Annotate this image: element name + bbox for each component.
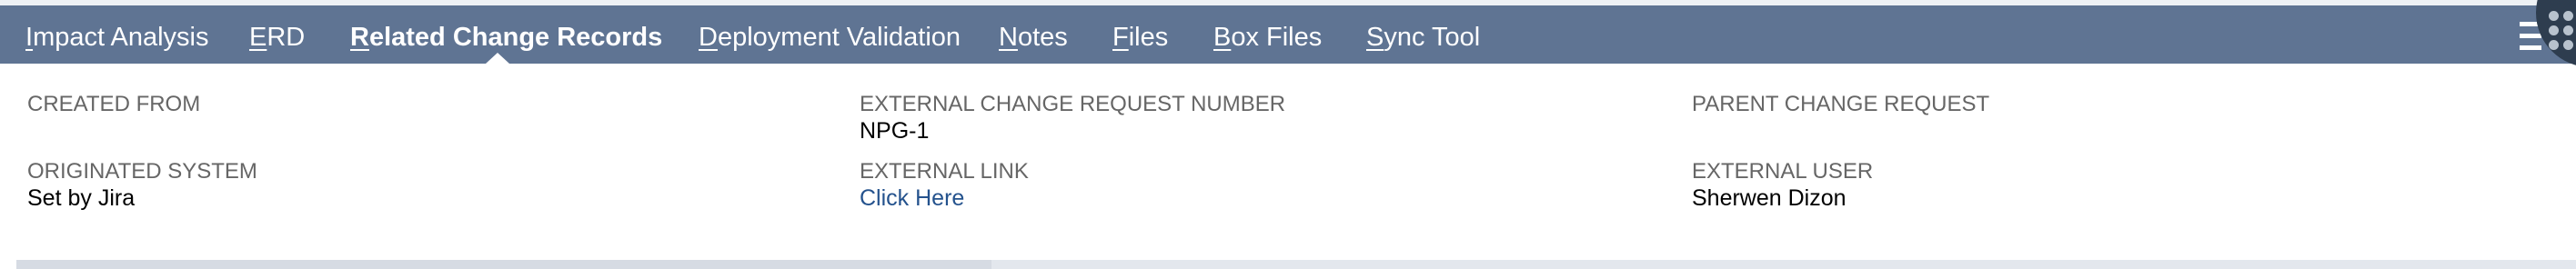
tab-access-key: B [1213,23,1232,52]
tab-sync-tool[interactable]: Sync Tool [1366,22,1480,53]
tab-access-key: D [699,23,718,52]
tab-related-change-records[interactable]: Related Change Records [350,22,662,53]
external-user-label: EXTERNAL USER [1692,159,1874,184]
tab-bar-top-edge [0,0,2576,5]
external-user-value: Sherwen Dizon [1692,185,1846,211]
external-link-label: EXTERNAL LINK [860,159,1029,184]
originated-system-label: ORIGINATED SYSTEM [27,159,257,184]
tab-label: ox Files [1231,23,1323,52]
external-link[interactable]: Click Here [860,184,964,212]
subtab-bar: Impact Analysis ERD Related Change Recor… [0,0,2576,67]
active-tab-indicator [486,53,509,64]
tab-access-key: I [25,23,34,52]
tab-label: otes [1017,23,1068,52]
external-change-request-number-value: NPG-1 [860,118,930,144]
next-section-tab-edge [16,260,991,269]
tab-label: iles [1128,23,1169,52]
apps-grid-icon[interactable] [2536,0,2576,67]
tab-label: eployment Validation [717,23,961,52]
tab-access-key: F [1112,23,1129,52]
tab-label: ync Tool [1384,23,1481,52]
tab-label: elated Change Records [368,23,663,52]
originated-system-value: Set by Jira [27,185,136,211]
tab-box-files[interactable]: Box Files [1213,22,1322,53]
created-from-label: CREATED FROM [27,92,201,116]
tab-erd[interactable]: ERD [249,22,305,53]
tab-notes[interactable]: Notes [999,22,1068,53]
external-change-request-number-label: EXTERNAL CHANGE REQUEST NUMBER [860,92,1286,116]
tab-access-key: E [249,23,267,52]
tab-impact-analysis[interactable]: Impact Analysis [25,22,208,53]
tab-files[interactable]: Files [1112,22,1168,53]
tab-access-key: N [999,23,1018,52]
tab-access-key: R [350,23,369,52]
parent-change-request-label: PARENT CHANGE REQUEST [1692,92,1990,116]
tab-label: RD [267,23,306,52]
tab-deployment-validation[interactable]: Deployment Validation [699,22,961,53]
tab-access-key: S [1366,23,1384,52]
tab-label: mpact Analysis [33,23,209,52]
